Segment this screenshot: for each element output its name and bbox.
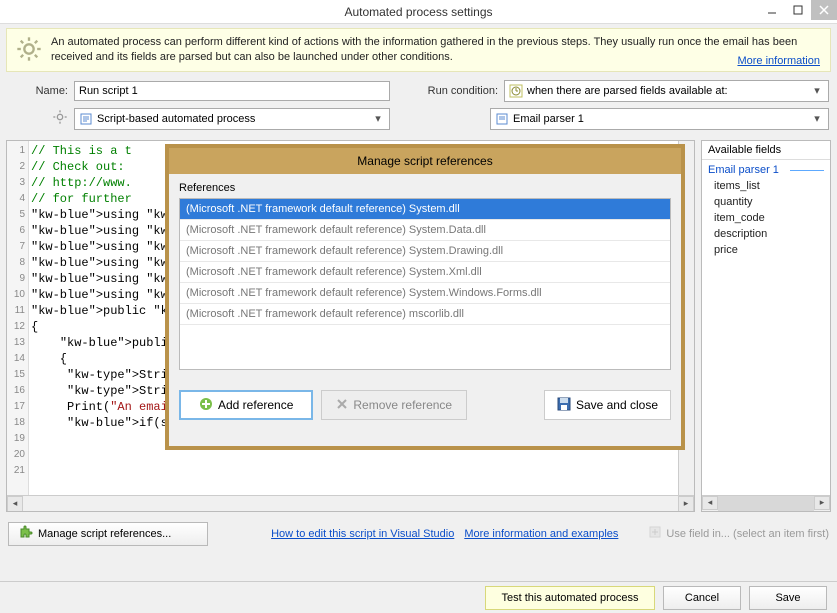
manage-references-label: Manage script references... bbox=[38, 528, 171, 540]
process-type-value: Script-based automated process bbox=[97, 113, 371, 125]
references-label: References bbox=[179, 182, 671, 194]
line-gutter: 123456789101112131415161718192021 bbox=[7, 141, 29, 511]
puzzle-icon bbox=[19, 525, 33, 542]
chevron-down-icon: ▾ bbox=[810, 84, 824, 97]
dialog-title: Manage script references bbox=[169, 148, 681, 174]
chevron-down-icon: ▾ bbox=[371, 112, 385, 125]
field-item[interactable]: items_list bbox=[708, 178, 824, 194]
save-close-label: Save and close bbox=[576, 398, 658, 412]
gear-small-wrap bbox=[8, 109, 68, 128]
run-condition-label: Run condition: bbox=[416, 85, 498, 97]
field-item[interactable]: price bbox=[708, 242, 824, 258]
run-condition-select[interactable]: when there are parsed fields available a… bbox=[504, 80, 829, 102]
add-reference-button[interactable]: Add reference bbox=[179, 390, 313, 420]
chevron-down-icon: ▾ bbox=[810, 112, 824, 125]
manage-references-dialog: Manage script references References (Mic… bbox=[165, 144, 685, 450]
reference-item[interactable]: (Microsoft .NET framework default refere… bbox=[180, 241, 670, 262]
name-input[interactable] bbox=[74, 81, 390, 101]
run-condition-value: when there are parsed fields available a… bbox=[527, 85, 810, 97]
manage-references-button[interactable]: Manage script references... bbox=[8, 522, 208, 546]
gear-icon bbox=[52, 109, 68, 125]
scroll-left-button[interactable]: ◂ bbox=[702, 496, 718, 510]
maximize-button[interactable] bbox=[785, 0, 811, 20]
available-fields-title: Available fields bbox=[702, 141, 830, 160]
reference-item[interactable]: (Microsoft .NET framework default refere… bbox=[180, 220, 670, 241]
more-info-link[interactable]: More information bbox=[737, 55, 820, 67]
gear-icon bbox=[15, 35, 43, 63]
banner-text: An automated process can perform differe… bbox=[51, 35, 822, 65]
scroll-right-button[interactable]: ▸ bbox=[678, 496, 694, 512]
references-list[interactable]: (Microsoft .NET framework default refere… bbox=[179, 198, 671, 370]
field-item[interactable]: description bbox=[708, 226, 824, 242]
fields-horizontal-scrollbar[interactable]: ◂ ▸ bbox=[702, 495, 830, 511]
window-title: Automated process settings bbox=[0, 5, 837, 19]
test-process-button[interactable]: Test this automated process bbox=[485, 586, 655, 610]
title-bar: Automated process settings bbox=[0, 0, 837, 24]
minimize-button[interactable] bbox=[759, 0, 785, 20]
reference-item[interactable]: (Microsoft .NET framework default refere… bbox=[180, 304, 670, 325]
save-button[interactable]: Save bbox=[749, 586, 827, 610]
script-icon bbox=[79, 112, 93, 126]
clock-icon bbox=[509, 84, 523, 98]
reference-item[interactable]: (Microsoft .NET framework default refere… bbox=[180, 262, 670, 283]
save-and-close-button[interactable]: Save and close bbox=[544, 390, 671, 420]
reference-item[interactable]: (Microsoft .NET framework default refere… bbox=[180, 199, 670, 220]
reference-item[interactable]: (Microsoft .NET framework default refere… bbox=[180, 283, 670, 304]
info-banner: An automated process can perform differe… bbox=[6, 28, 831, 72]
parser-value: Email parser 1 bbox=[513, 113, 810, 125]
x-icon bbox=[336, 398, 348, 413]
use-field-button: Use field in... (select an item first) bbox=[648, 525, 829, 542]
use-field-label: Use field in... (select an item first) bbox=[666, 528, 829, 540]
available-fields-panel: Available fields Email parser 1 items_li… bbox=[701, 140, 831, 512]
name-label: Name: bbox=[8, 85, 68, 97]
scroll-left-button[interactable]: ◂ bbox=[7, 496, 23, 512]
insert-icon bbox=[648, 525, 662, 542]
more-examples-link[interactable]: More information and examples bbox=[464, 528, 618, 540]
remove-reference-button[interactable]: Remove reference bbox=[321, 390, 467, 420]
field-group-label: Email parser 1 bbox=[708, 164, 824, 176]
how-to-edit-link[interactable]: How to edit this script in Visual Studio bbox=[271, 528, 454, 540]
plus-icon bbox=[199, 397, 213, 414]
close-button[interactable] bbox=[811, 0, 837, 20]
field-item[interactable]: item_code bbox=[708, 210, 824, 226]
field-item[interactable]: quantity bbox=[708, 194, 824, 210]
add-reference-label: Add reference bbox=[218, 398, 293, 412]
disk-icon bbox=[557, 397, 571, 414]
remove-reference-label: Remove reference bbox=[353, 398, 452, 412]
process-type-select[interactable]: Script-based automated process ▾ bbox=[74, 108, 390, 130]
cancel-button[interactable]: Cancel bbox=[663, 586, 741, 610]
footer: Test this automated process Cancel Save bbox=[0, 581, 837, 613]
scroll-right-button[interactable]: ▸ bbox=[814, 496, 830, 510]
horizontal-scrollbar[interactable]: ◂ ▸ bbox=[7, 495, 694, 511]
parser-select[interactable]: Email parser 1 ▾ bbox=[490, 108, 829, 130]
document-icon bbox=[495, 112, 509, 126]
